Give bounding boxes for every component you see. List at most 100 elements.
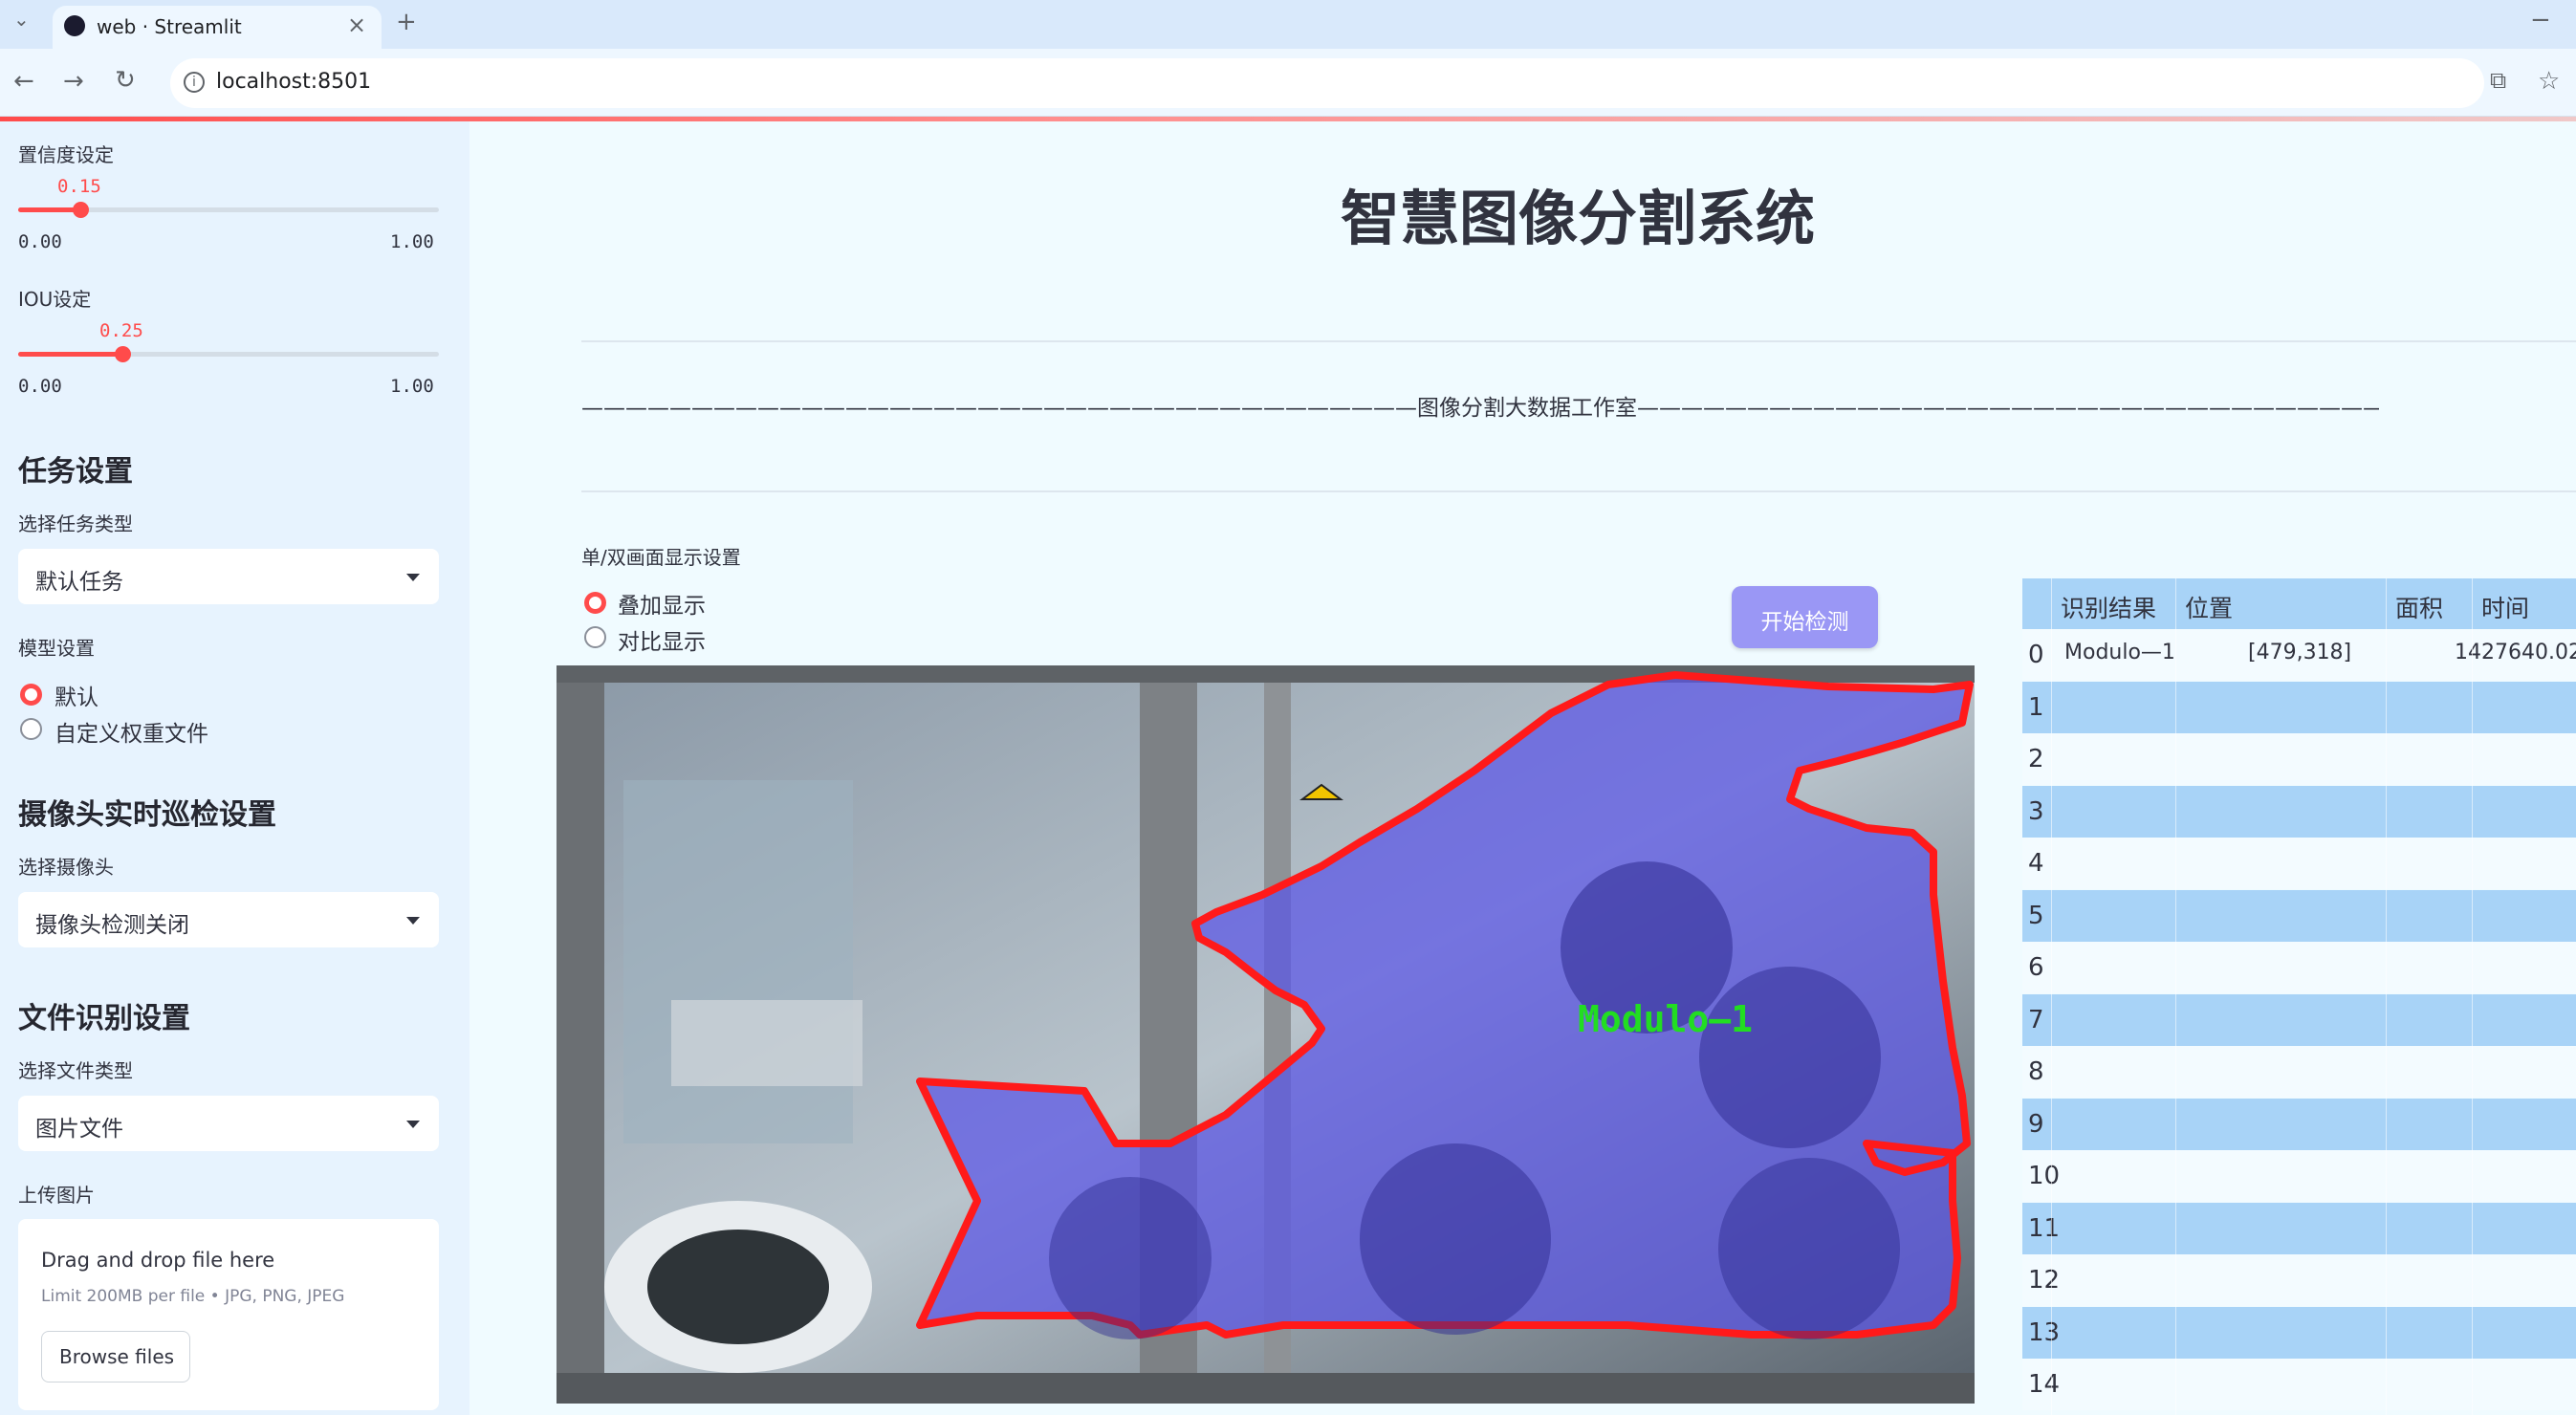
compare-display-label[interactable]: 对比显示 <box>618 623 706 656</box>
table-header-time[interactable]: 时间 <box>2472 578 2576 629</box>
chevron-down-icon <box>406 1121 420 1128</box>
confidence-label: 置信度设定 <box>18 143 114 166</box>
table-header-area[interactable]: 面积 <box>2386 578 2472 629</box>
col-divider <box>2175 578 2176 1415</box>
reload-icon[interactable]: ↻ <box>115 68 136 93</box>
row-index: 3 <box>2028 796 2044 826</box>
file-type-select[interactable]: 图片文件 <box>18 1096 439 1151</box>
table-header-index <box>2022 578 2051 629</box>
new-tab-icon[interactable]: + <box>396 10 417 34</box>
confidence-value: 0.15 <box>57 176 101 197</box>
address-bar[interactable]: i localhost:8501 <box>170 58 2484 108</box>
mask-wheel-3 <box>1360 1143 1551 1335</box>
tab-close-icon[interactable]: × <box>347 13 366 36</box>
iou-slider-thumb[interactable] <box>115 346 131 362</box>
top-divider <box>581 340 2576 342</box>
table-row[interactable]: 3 <box>2022 785 2576 838</box>
url-text: localhost:8501 <box>216 70 372 94</box>
table-row[interactable]: 9 <box>2022 1098 2576 1150</box>
fan-opening <box>647 1230 829 1344</box>
task-type-select[interactable]: 默认任务 <box>18 549 439 604</box>
mask-wheel-2 <box>1699 967 1881 1148</box>
row-index: 11 <box>2028 1213 2061 1243</box>
row-index: 0 <box>2028 641 2044 669</box>
browser-tab[interactable]: web · Streamlit × <box>53 6 382 49</box>
table-row[interactable]: 6 <box>2022 942 2576 993</box>
overlay-display-radio[interactable] <box>584 592 606 614</box>
display-mode-label: 单/双画面显示设置 <box>581 546 741 569</box>
bottom-divider <box>581 490 2576 492</box>
row-index: 10 <box>2028 1162 2061 1190</box>
table-row[interactable]: 12 <box>2022 1254 2576 1306</box>
row-index: 7 <box>2028 1005 2044 1034</box>
tab-title: web · Streamlit <box>97 15 242 38</box>
upload-label: 上传图片 <box>18 1184 95 1207</box>
chevron-down-icon <box>406 917 420 925</box>
iou-max: 1.00 <box>390 376 434 397</box>
cell-area: 1427640.02 <box>2455 641 2576 664</box>
table-row[interactable]: 11 <box>2022 1202 2576 1254</box>
row-index: 5 <box>2028 901 2044 930</box>
translate-icon[interactable]: ⧉ <box>2490 69 2506 92</box>
chevron-down-icon <box>406 574 420 581</box>
confidence-slider-thumb[interactable] <box>73 202 89 218</box>
iou-label: IOU设定 <box>18 288 92 311</box>
row-index: 2 <box>2028 745 2044 773</box>
start-detection-label: 开始检测 <box>1760 610 1849 635</box>
row-index: 1 <box>2028 692 2044 722</box>
start-detection-button[interactable]: 开始检测 <box>1732 586 1878 648</box>
tab-list-chevron-icon[interactable]: ⌄ <box>13 10 30 29</box>
results-table[interactable]: 识别结果 位置 面积 时间 0 Modulo—1 [479,318] 1427640.… <box>2022 578 2576 1415</box>
forward-arrow-icon[interactable]: → <box>63 69 84 94</box>
task-type-selected: 默认任务 <box>35 570 123 595</box>
browser-tab-strip: ⌄ web · Streamlit × + − <box>0 0 2576 49</box>
camera-selected: 摄像头检测关闭 <box>35 913 189 938</box>
cell-position: [479,318] <box>2248 641 2352 664</box>
confidence-max: 1.00 <box>390 231 434 252</box>
cell-result: Modulo—1 <box>2064 641 2175 664</box>
table-row[interactable]: 8 <box>2022 1046 2576 1098</box>
table-row[interactable]: 4 <box>2022 838 2576 889</box>
camera-select[interactable]: 摄像头检测关闭 <box>18 892 439 947</box>
table-row[interactable]: 0 Modulo—1 [479,318] 1427640.02 <box>2022 629 2576 681</box>
overlay-display-label[interactable]: 叠加显示 <box>618 587 706 620</box>
confidence-min: 0.00 <box>18 231 62 252</box>
model-settings-label: 模型设置 <box>18 637 95 660</box>
mask-wheel-5 <box>1049 1177 1212 1339</box>
table-row[interactable]: 7 <box>2022 993 2576 1046</box>
row-index: 6 <box>2028 953 2044 982</box>
bookmark-star-icon[interactable]: ☆ <box>2538 69 2560 94</box>
table-row[interactable]: 14 <box>2022 1359 2576 1410</box>
row-index: 14 <box>2028 1370 2061 1399</box>
left-frame-post <box>557 665 604 1404</box>
dropzone-limit: Limit 200MB per file • JPG, PNG, JPEG <box>41 1287 345 1306</box>
model-custom-radio[interactable] <box>20 718 42 740</box>
table-row[interactable]: 13 <box>2022 1306 2576 1359</box>
camera-settings-heading: 摄像头实时巡检设置 <box>18 798 276 832</box>
col-divider <box>2051 578 2052 1415</box>
back-arrow-icon[interactable]: ← <box>13 69 34 94</box>
iou-slider-fill <box>18 352 123 357</box>
cable-bundle <box>671 1000 862 1086</box>
detection-label: Modulo—1 <box>1578 998 1753 1040</box>
bottom-frame-rail <box>557 1373 1975 1404</box>
row-index: 4 <box>2028 849 2044 878</box>
table-header-position[interactable]: 位置 <box>2175 578 2386 629</box>
model-default-label[interactable]: 默认 <box>55 679 98 711</box>
minimize-window-icon[interactable]: − <box>2530 8 2551 33</box>
file-type-label: 选择文件类型 <box>18 1059 133 1082</box>
browse-files-button[interactable]: Browse files <box>41 1331 190 1382</box>
table-row[interactable]: 2 <box>2022 733 2576 785</box>
model-default-radio[interactable] <box>20 684 42 706</box>
task-settings-heading: 任务设置 <box>18 455 133 489</box>
segmentation-result-svg: Modulo—1 <box>557 665 1975 1404</box>
dropzone-text: Drag and drop file here <box>41 1249 275 1272</box>
streamlit-favicon-icon <box>64 15 85 36</box>
site-info-icon[interactable]: i <box>184 72 205 93</box>
model-custom-label[interactable]: 自定义权重文件 <box>55 715 208 748</box>
compare-display-radio[interactable] <box>584 626 606 648</box>
table-row[interactable]: 1 <box>2022 681 2576 733</box>
table-row[interactable]: 10 <box>2022 1150 2576 1202</box>
table-header-result[interactable]: 识别结果 <box>2051 578 2175 629</box>
table-row[interactable]: 5 <box>2022 889 2576 942</box>
